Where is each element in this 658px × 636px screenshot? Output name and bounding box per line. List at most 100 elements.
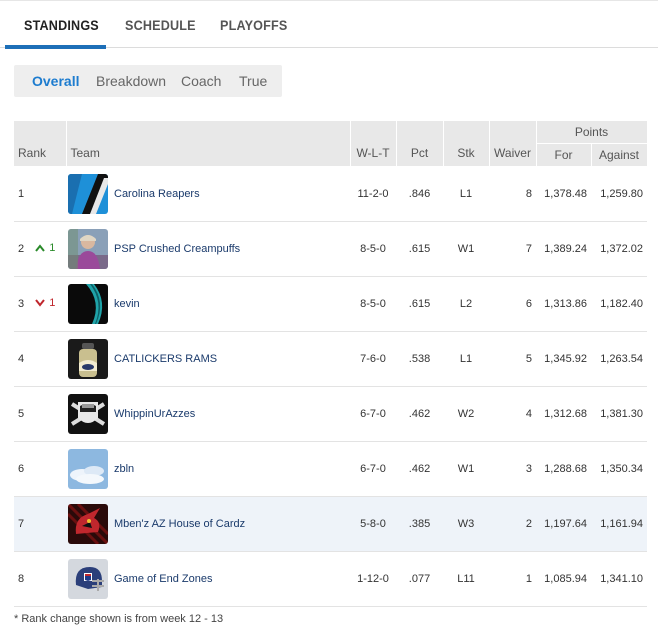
pct-cell: .462 [396,441,443,497]
wlt-cell: 7-6-0 [350,331,396,387]
view-tab-overall[interactable]: Overall [32,65,79,97]
waiver-cell: 2 [489,496,536,552]
chevron-up-icon [35,244,45,252]
streak-cell: W2 [443,386,489,442]
header-team[interactable]: Team [66,121,351,167]
rank-cell: 6 [14,441,66,497]
rams-helmet-icon[interactable] [68,338,108,379]
rank-cell: 8 [14,551,66,607]
points-for-cell: 1,378.48 [536,166,591,222]
teal-swoosh-icon[interactable] [68,283,108,324]
team-name-link[interactable]: Game of End Zones [114,573,212,585]
team-name-link[interactable]: WhippinUrAzzes [114,408,195,420]
rank-cell: 4 [14,331,66,387]
standings-table: Rank Team W-L-T Pct Stk Waiver Points Fo… [14,121,648,607]
rank-change-value: 1 [49,242,56,254]
person-photo-icon[interactable] [68,228,108,269]
team-name-link[interactable]: Mben'z AZ House of Cardz [114,518,245,530]
table-row: 8 Game of End Zones 1-12-0 .077 L11 1 1,… [14,551,648,607]
rank-value: 8 [18,572,25,585]
team-name-link[interactable]: CATLICKERS RAMS [114,353,217,365]
header-wlt[interactable]: W-L-T [350,121,397,167]
table-row: 3 1 kevin 8-5-0 .615 L2 6 1,313.86 1,182… [14,276,648,332]
raiders-shield-icon[interactable] [68,393,108,434]
pct-cell: .077 [396,551,443,607]
rank-value: 6 [18,462,25,475]
header-points-for[interactable]: For [536,143,592,167]
points-for-cell: 1,312.68 [536,386,591,442]
view-tab-true[interactable]: True [239,65,267,97]
points-for-cell: 1,345.92 [536,331,591,387]
streak-cell: L11 [443,551,489,607]
points-against-cell: 1,259.80 [591,166,648,222]
wlt-cell: 8-5-0 [350,276,396,332]
sky-clouds-icon[interactable] [68,448,108,489]
rank-value: 4 [18,352,25,365]
points-for-cell: 1,389.24 [536,221,591,277]
panthers-stripe-icon[interactable] [68,173,108,214]
points-against-cell: 1,341.10 [591,551,648,607]
team-name-link[interactable]: zbln [114,463,134,475]
pct-cell: .615 [396,221,443,277]
rank-change-down: 1 [35,297,55,309]
points-against-cell: 1,263.54 [591,331,648,387]
waiver-cell: 5 [489,331,536,387]
wlt-cell: 6-7-0 [350,386,396,442]
view-tab-breakdown[interactable]: Breakdown [96,65,166,97]
waiver-cell: 4 [489,386,536,442]
waiver-cell: 6 [489,276,536,332]
team-cell: Carolina Reapers [66,166,350,222]
team-name-link[interactable]: kevin [114,298,140,310]
header-pct[interactable]: Pct [396,121,444,167]
tab-playoffs[interactable]: PLAYOFFS [220,1,287,49]
cardinal-head-icon[interactable] [68,503,108,544]
pct-cell: .385 [396,496,443,552]
streak-cell: L1 [443,331,489,387]
team-cell: PSP Crushed Creampuffs [66,221,350,277]
rank-change-up: 1 [35,242,55,254]
rank-value: 2 [18,243,25,255]
rank-cell: 2 1 [14,221,66,277]
points-against-cell: 1,182.40 [591,276,648,332]
points-against-cell: 1,161.94 [591,496,648,552]
table-row: 4 CATLICKERS RAMS 7-6-0 .538 L1 5 1,345.… [14,331,648,387]
rank-value: 5 [18,407,25,420]
waiver-cell: 7 [489,221,536,277]
points-for-cell: 1,313.86 [536,276,591,332]
pct-cell: .538 [396,331,443,387]
team-name-link[interactable]: PSP Crushed Creampuffs [114,243,240,255]
waiver-cell: 8 [489,166,536,222]
table-row: 5 WhippinUrAzzes 6-7-0 .462 W2 4 1,312.6… [14,386,648,442]
wlt-cell: 6-7-0 [350,441,396,497]
tab-standings[interactable]: STANDINGS [24,1,99,49]
header-stk[interactable]: Stk [443,121,490,167]
rank-value: 3 [18,298,25,310]
streak-cell: W1 [443,441,489,497]
pct-cell: .846 [396,166,443,222]
rank-change-value: 1 [49,297,56,309]
chevron-down-icon [35,299,45,307]
streak-cell: L2 [443,276,489,332]
top-nav: STANDINGS SCHEDULE PLAYOFFS [0,0,658,49]
points-for-cell: 1,197.64 [536,496,591,552]
waiver-cell: 3 [489,441,536,497]
view-tab-coach[interactable]: Coach [181,65,221,97]
pct-cell: .615 [396,276,443,332]
header-rank[interactable]: Rank [14,121,67,167]
rank-change-footnote: * Rank change shown is from week 12 - 13 [14,613,224,625]
streak-cell: L1 [443,166,489,222]
waiver-cell: 1 [489,551,536,607]
rank-value: 7 [18,517,25,530]
team-name-link[interactable]: Carolina Reapers [114,188,200,200]
team-cell: zbln [66,441,350,497]
table-row: 6 zbln 6-7-0 .462 W1 3 1,288.68 1,350.34 [14,441,648,497]
team-cell: kevin [66,276,350,332]
points-against-cell: 1,350.34 [591,441,648,497]
nfl-helmet-icon[interactable] [68,558,108,599]
wlt-cell: 11-2-0 [350,166,396,222]
tab-schedule[interactable]: SCHEDULE [125,1,196,49]
wlt-cell: 8-5-0 [350,221,396,277]
header-points-against[interactable]: Against [591,143,648,167]
header-waiver[interactable]: Waiver [489,121,537,167]
header-points: Points [536,121,648,144]
